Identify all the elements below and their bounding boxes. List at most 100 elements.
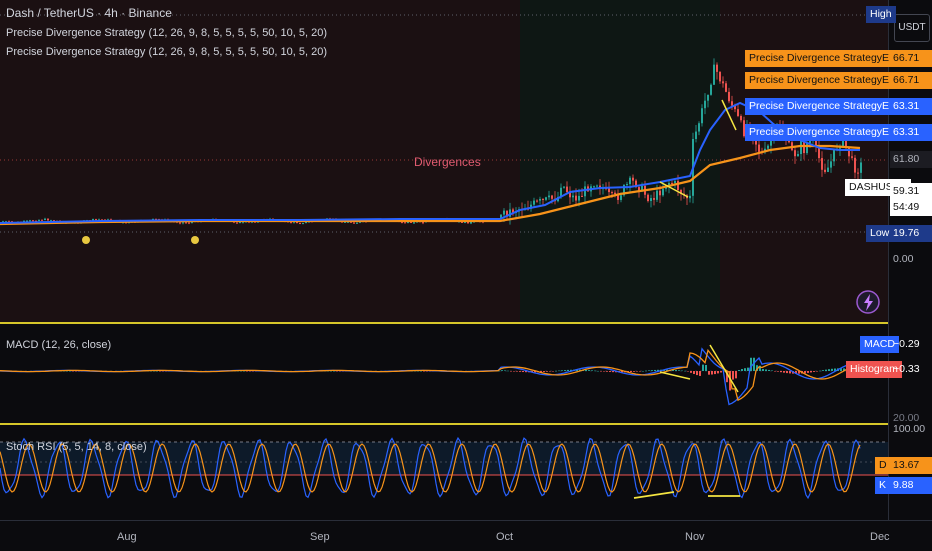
candle-body bbox=[626, 184, 628, 186]
candle-body bbox=[713, 64, 715, 85]
candle-body bbox=[503, 210, 505, 215]
histogram-bar bbox=[717, 371, 719, 374]
candle-body bbox=[689, 195, 691, 199]
divergences-label: Divergences bbox=[414, 155, 481, 169]
candle-body bbox=[758, 144, 760, 152]
candle-body bbox=[851, 156, 853, 158]
signal-dot bbox=[82, 236, 90, 244]
candle-body bbox=[302, 223, 304, 225]
histogram-bar bbox=[789, 371, 791, 374]
histogram-bar bbox=[822, 370, 824, 371]
histogram-bar bbox=[561, 370, 563, 371]
candle-body bbox=[38, 219, 40, 221]
ema50-value-2: 63.31 bbox=[890, 124, 932, 141]
candle-body bbox=[536, 200, 538, 202]
histogram-bar bbox=[597, 370, 599, 372]
currency-button[interactable]: USDT bbox=[894, 14, 930, 42]
candle-body bbox=[593, 186, 595, 188]
histogram-bar bbox=[819, 370, 821, 372]
histogram-bar bbox=[777, 371, 779, 372]
histogram-bar bbox=[675, 370, 677, 371]
candle-body bbox=[41, 219, 43, 221]
zero-tag: 0.00 bbox=[893, 253, 914, 265]
candle-body bbox=[182, 222, 184, 224]
histogram-bar bbox=[519, 371, 521, 372]
candle-body bbox=[650, 198, 652, 202]
lightning-icon[interactable] bbox=[856, 290, 880, 314]
candle-body bbox=[548, 195, 550, 198]
candle-body bbox=[578, 195, 580, 201]
time-label-oct: Oct bbox=[496, 531, 514, 543]
candle-body bbox=[857, 172, 859, 174]
histogram-bar bbox=[552, 371, 554, 372]
candle-body bbox=[656, 190, 658, 200]
histogram-bar bbox=[747, 367, 749, 371]
candle-body bbox=[611, 192, 613, 194]
histogram-bar bbox=[771, 370, 773, 371]
candle-body bbox=[356, 222, 358, 224]
histogram-bar bbox=[594, 370, 596, 372]
candle-body bbox=[629, 177, 631, 185]
histogram-bar bbox=[678, 370, 680, 371]
stoch-k-value: 9.88 bbox=[890, 477, 932, 494]
candle-body bbox=[185, 222, 187, 224]
macd-title[interactable]: MACD (12, 26, close) bbox=[6, 339, 111, 351]
candle-body bbox=[704, 100, 706, 109]
candle-body bbox=[239, 221, 241, 224]
candle-body bbox=[236, 222, 238, 224]
histogram-bar bbox=[702, 364, 704, 371]
candle-body bbox=[353, 222, 355, 224]
histogram-bar bbox=[642, 370, 644, 372]
indicator-legend-1[interactable]: Precise Divergence Strategy (12, 26, 9, … bbox=[6, 27, 327, 39]
histogram-bar bbox=[684, 370, 686, 372]
histogram-bar bbox=[705, 364, 707, 371]
time-axis[interactable]: Aug Sep Oct Nov Dec bbox=[0, 520, 932, 551]
symbol-title[interactable]: Dash / TetherUS · 4h · Binance bbox=[6, 6, 172, 20]
candle-body bbox=[563, 186, 565, 188]
histogram-bar bbox=[690, 371, 692, 373]
candle-body bbox=[404, 222, 406, 224]
candle-body bbox=[575, 195, 577, 201]
candle-body bbox=[728, 91, 730, 102]
candle-body bbox=[698, 123, 700, 132]
ema200-value-1: 66.71 bbox=[890, 50, 932, 67]
histogram-bar bbox=[567, 369, 569, 371]
candle-body bbox=[179, 222, 181, 224]
histogram-bar bbox=[825, 369, 827, 371]
histogram-bar bbox=[741, 369, 743, 371]
stoch-rsi-title[interactable]: Stoch RSI (5, 5, 14, 8, close) bbox=[6, 441, 147, 453]
time-label-nov: Nov bbox=[685, 531, 705, 543]
candle-body bbox=[677, 180, 679, 190]
candle-body bbox=[95, 218, 97, 220]
candle-body bbox=[674, 180, 676, 184]
candle-body bbox=[722, 81, 724, 84]
histogram-bar bbox=[588, 370, 590, 371]
histogram-bar bbox=[504, 370, 506, 371]
pane-separator[interactable] bbox=[0, 322, 932, 324]
candle-body bbox=[821, 158, 823, 170]
stoch-level-20: 20.00 bbox=[893, 412, 920, 424]
candle-body bbox=[701, 108, 703, 124]
low-value-tag: 19.76 bbox=[890, 225, 932, 242]
candle-body bbox=[614, 192, 616, 194]
histogram-bar bbox=[831, 368, 833, 371]
candle-body bbox=[695, 131, 697, 139]
indicator-legend-2[interactable]: Precise Divergence Strategy (12, 26, 9, … bbox=[6, 46, 327, 58]
histogram-bar bbox=[651, 370, 653, 371]
histogram-bar bbox=[600, 371, 602, 372]
candle-body bbox=[413, 222, 415, 224]
histogram-bar bbox=[714, 371, 716, 375]
time-label-aug: Aug bbox=[117, 531, 137, 543]
histogram-bar bbox=[639, 371, 641, 372]
stoch-d-label: D bbox=[875, 457, 891, 474]
candle-body bbox=[596, 185, 598, 187]
histogram-bar bbox=[807, 371, 809, 373]
candle-body bbox=[533, 200, 535, 205]
candle-body bbox=[299, 223, 301, 225]
pane-separator[interactable] bbox=[0, 423, 932, 425]
histogram-bar bbox=[720, 371, 722, 373]
candle-body bbox=[29, 220, 31, 222]
histogram-value-tag: −0.33 bbox=[893, 363, 920, 375]
histogram-bar bbox=[555, 370, 557, 372]
candle-body bbox=[632, 177, 634, 181]
